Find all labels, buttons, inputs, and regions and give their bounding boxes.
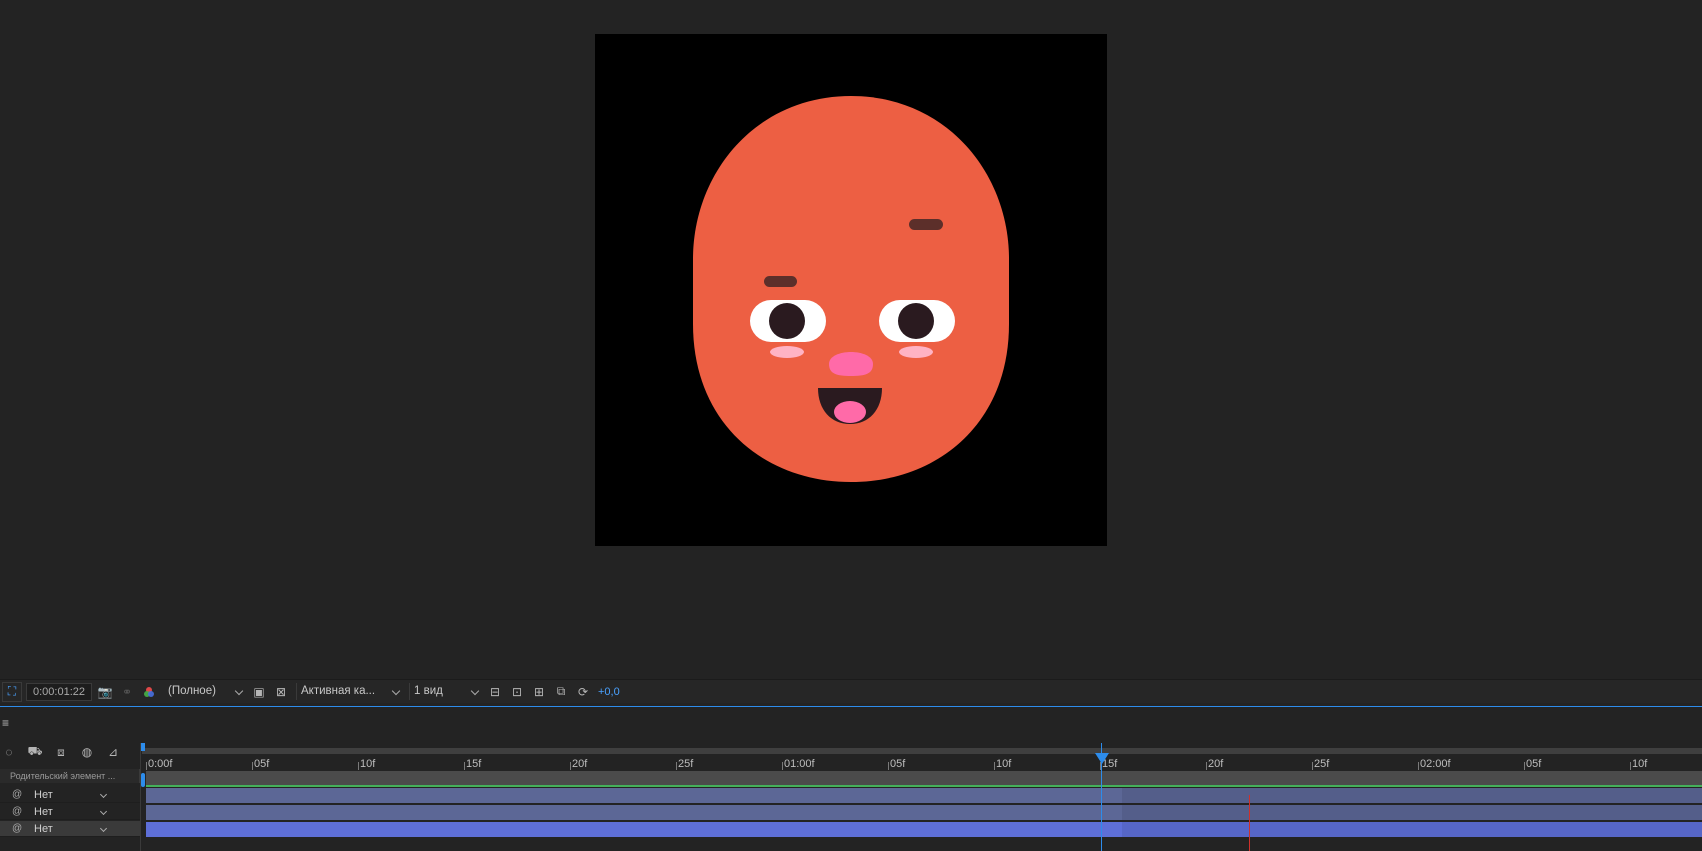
draft-3d-icon[interactable]: ◌: [0, 743, 18, 761]
parent-dropdown[interactable]: Нет: [34, 789, 108, 801]
face-head: [693, 96, 1009, 482]
work-area-start[interactable]: [141, 743, 145, 751]
reset-exposure-icon[interactable]: ⟳: [574, 683, 592, 701]
composition-canvas[interactable]: [595, 34, 1107, 546]
ruler-tick-label: 20f: [572, 758, 588, 770]
ruler-tick: [146, 762, 147, 770]
frame-blending-icon[interactable]: ⧈: [52, 743, 70, 761]
exposure-value[interactable]: +0,0: [598, 686, 620, 698]
active-camera-dropdown[interactable]: Активная ка...: [296, 683, 403, 700]
ruler-tick: [252, 762, 253, 770]
work-area-bar[interactable]: [142, 748, 1702, 754]
ruler-tick: [676, 762, 677, 770]
flowchart-icon[interactable]: ⧉: [552, 683, 570, 701]
right-pupil: [898, 303, 934, 339]
layer-row[interactable]: @ Нет: [0, 804, 140, 820]
right-eyebrow: [909, 219, 943, 230]
ruler-tick-label: 10f: [1632, 758, 1648, 770]
column-divider: [140, 743, 141, 851]
ruler-tick: [1312, 762, 1313, 770]
ruler-tick-label: 10f: [996, 758, 1012, 770]
cached-frames-indicator: [146, 785, 1702, 787]
after-effects-window: ⛶ 0:00:01:22 📷 ⚭ (Полное) ▣ ⊠ Активная к…: [0, 0, 1702, 851]
pick-whip-icon[interactable]: @: [12, 806, 22, 817]
ruler-tick-label: 10f: [360, 758, 376, 770]
timeline-toggle-icon[interactable]: ⊞: [530, 683, 548, 701]
transparency-grid-icon[interactable]: ⊠: [272, 683, 290, 701]
pick-whip-icon[interactable]: @: [12, 823, 22, 834]
timeline-panel: ≡ ◌ ⛟ ⧈ ◍ ⊿ Родительский элемент ... @ Н…: [0, 707, 1702, 851]
in-point-marker[interactable]: [141, 773, 145, 787]
ruler-tick: [1524, 762, 1525, 770]
pick-whip-icon[interactable]: @: [12, 789, 22, 800]
ruler-tick: [358, 762, 359, 770]
ruler-tick: [464, 762, 465, 770]
snapshot-camera-icon[interactable]: 📷: [96, 683, 114, 701]
graph-editor-icon[interactable]: ⊿: [104, 743, 122, 761]
render-preview-icon[interactable]: ⊡: [508, 683, 526, 701]
ruler-tick-label: 15f: [466, 758, 482, 770]
layer-duration-bar[interactable]: [146, 788, 1702, 803]
ruler-tick: [570, 762, 571, 770]
left-pupil: [769, 303, 805, 339]
comp-marker-line: [1249, 795, 1250, 851]
toggle-pixel-aspect-icon[interactable]: ⊟: [486, 683, 504, 701]
current-time-indicator-head[interactable]: [1095, 753, 1109, 764]
ruler-tick: [782, 762, 783, 770]
comp-bar: [146, 771, 1702, 785]
ruler-tick-label: 25f: [1314, 758, 1330, 770]
face-illustration: [693, 96, 1009, 482]
ruler-tick: [1418, 762, 1419, 770]
color-channels-icon[interactable]: [140, 683, 158, 701]
ruler-tick: [888, 762, 889, 770]
right-cheek: [899, 346, 933, 358]
tongue: [834, 401, 866, 423]
nose: [829, 352, 873, 376]
parent-column-header: Родительский элемент ...: [0, 769, 140, 783]
ruler-tick-label: 05f: [254, 758, 270, 770]
ruler-tick-label: 05f: [890, 758, 906, 770]
layer-duration-bar[interactable]: [146, 805, 1702, 820]
left-eyebrow: [764, 276, 797, 287]
parent-dropdown[interactable]: Нет: [34, 806, 108, 818]
view-layout-dropdown[interactable]: 1 вид: [409, 683, 482, 700]
ruler-tick-label: 02:00f: [1420, 758, 1451, 770]
region-of-interest-icon[interactable]: ⛶: [2, 681, 22, 702]
current-time-field[interactable]: 0:00:01:22: [26, 682, 92, 701]
shy-layers-icon[interactable]: ⛟: [26, 743, 44, 761]
ruler-tick-label: 05f: [1526, 758, 1542, 770]
parent-dropdown[interactable]: Нет: [34, 823, 108, 835]
ruler-tick: [1206, 762, 1207, 770]
resolution-dropdown[interactable]: (Полное): [164, 683, 246, 700]
left-cheek: [770, 346, 804, 358]
panel-menu-icon[interactable]: ≡: [2, 716, 9, 730]
viewer-toolbar: ⛶ 0:00:01:22 📷 ⚭ (Полное) ▣ ⊠ Активная к…: [0, 679, 1702, 703]
layer-row[interactable]: @ Нет: [0, 787, 140, 803]
layer-duration-bar[interactable]: [146, 822, 1702, 837]
timeline-switches: ◌ ⛟ ⧈ ◍ ⊿: [0, 743, 122, 761]
layer-row[interactable]: @ Нет: [0, 821, 140, 837]
motion-blur-icon[interactable]: ◍: [78, 743, 96, 761]
ruler-tick-label: 01:00f: [784, 758, 815, 770]
ruler-tick: [994, 762, 995, 770]
ruler-tick: [1630, 762, 1631, 770]
ruler-tick-label: 20f: [1208, 758, 1224, 770]
composition-viewer[interactable]: [0, 0, 1702, 677]
show-snapshot-icon[interactable]: ⚭: [118, 683, 136, 701]
ruler-tick-label: 25f: [678, 758, 694, 770]
ruler-tick-label: 0:00f: [148, 758, 173, 770]
fast-previews-icon[interactable]: ▣: [250, 683, 268, 701]
